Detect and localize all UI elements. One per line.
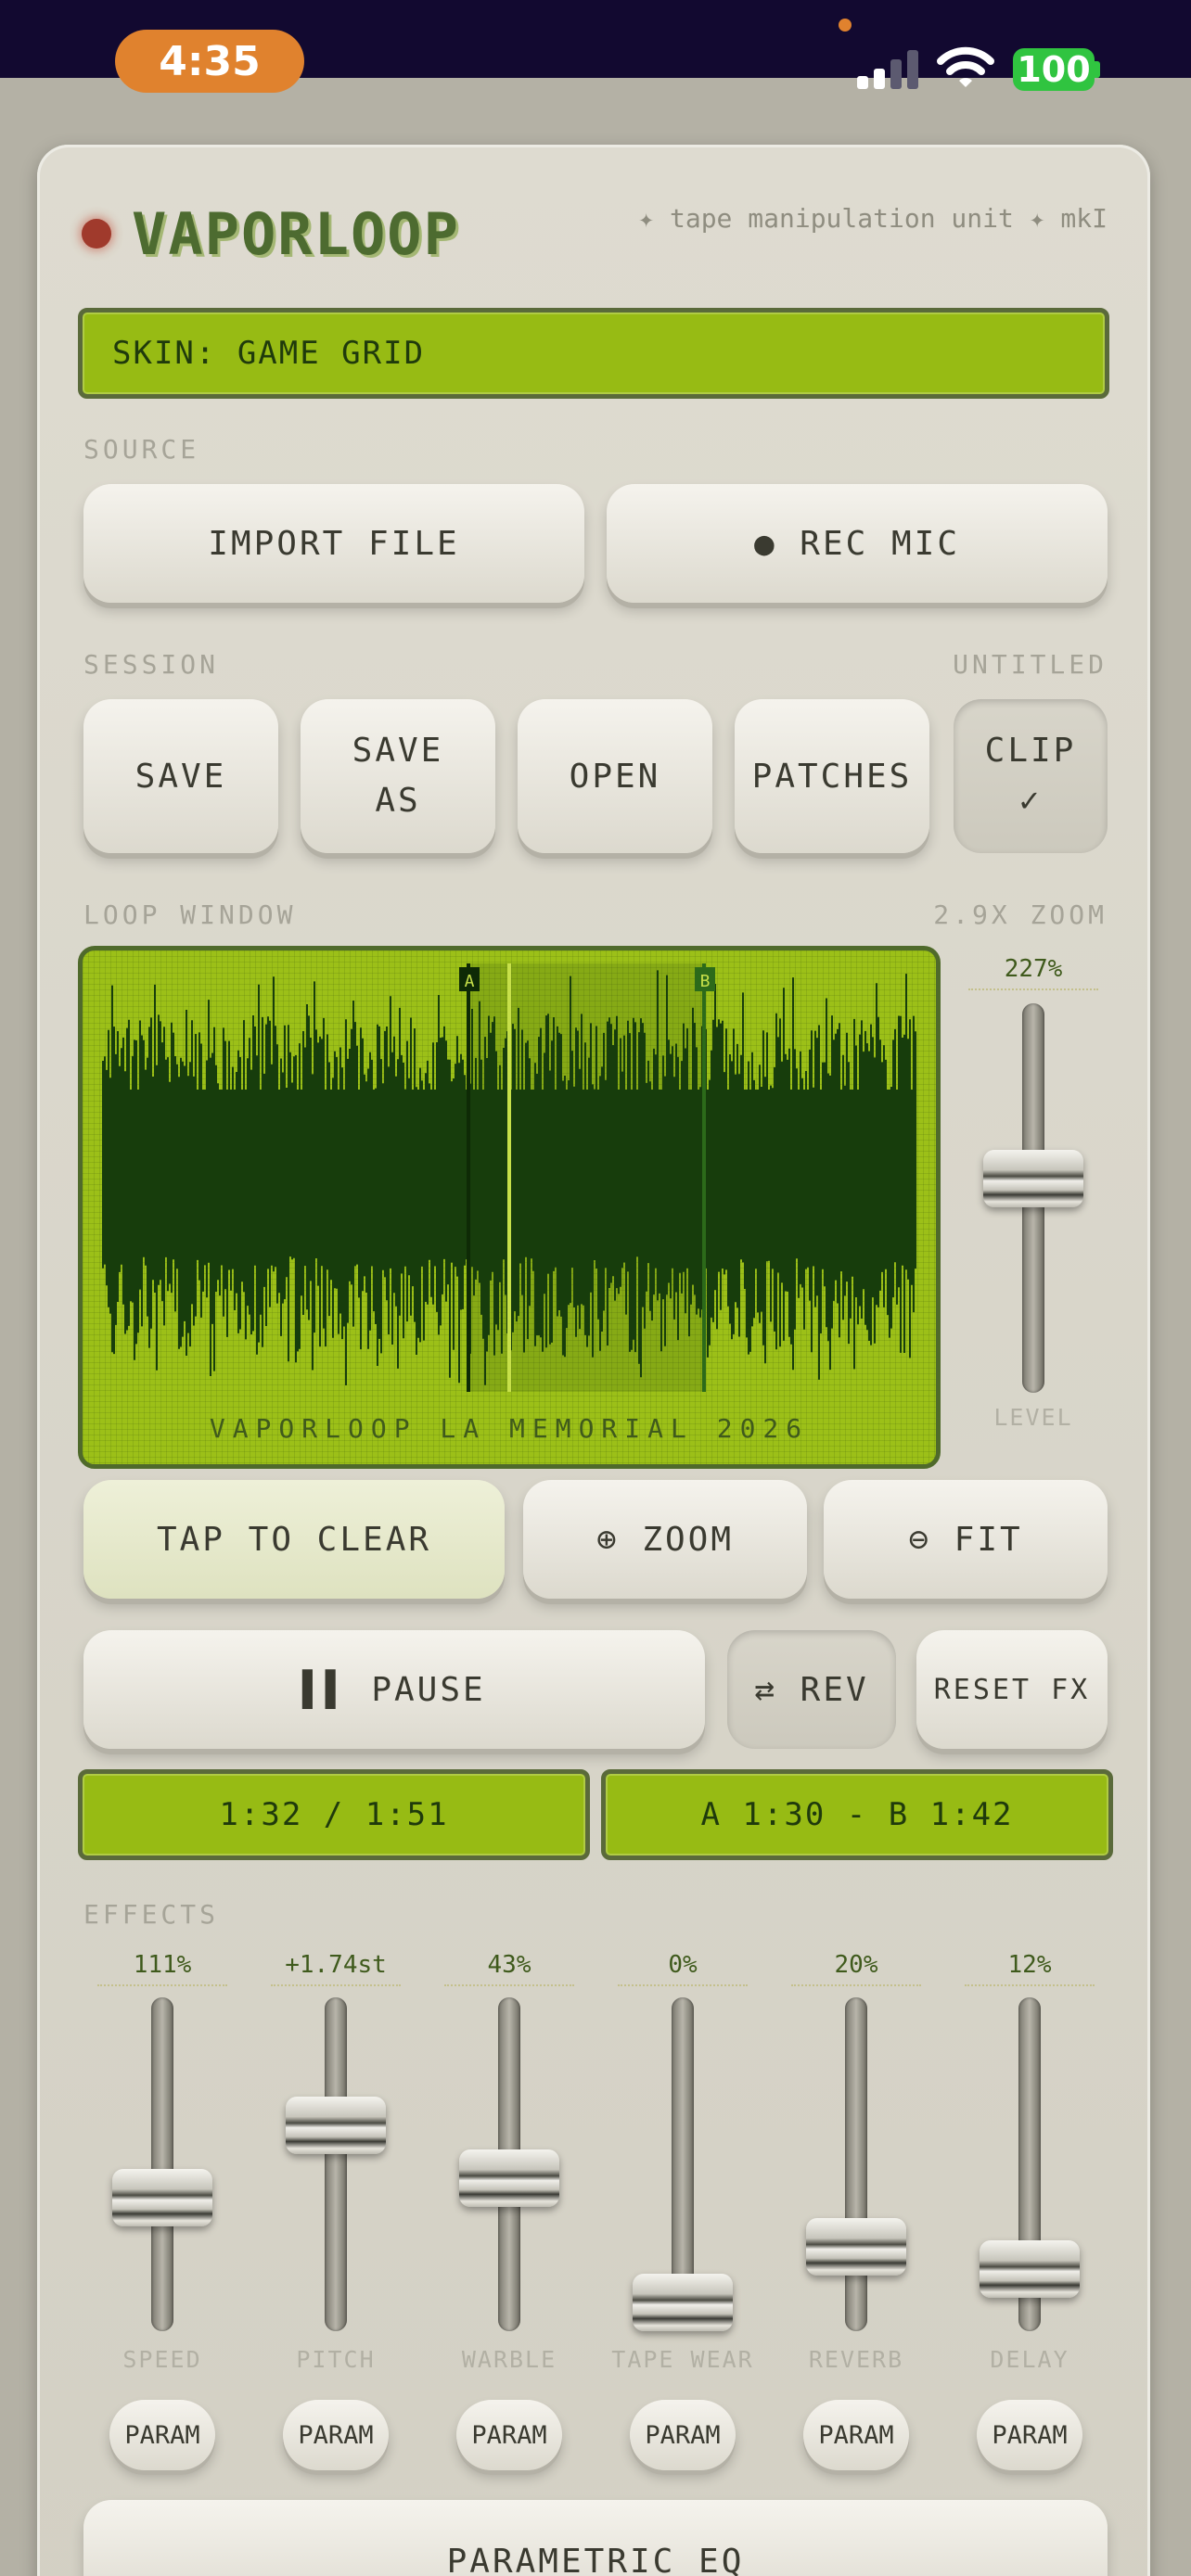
rec-mic-button[interactable]: ● REC MIC [607, 484, 1108, 603]
effect-4-fader-knob[interactable] [806, 2218, 906, 2276]
effect-5-fader-knob[interactable] [980, 2240, 1080, 2299]
device-panel: VAPORLOOP ✦ tape manipulation unit ✦ mkI… [37, 145, 1150, 2576]
effect-1-label: PITCH [296, 2346, 376, 2373]
level-label: LEVEL [993, 1404, 1073, 1431]
effect-1-value: +1.74st [271, 1951, 401, 1986]
level-fader-knob[interactable] [983, 1149, 1083, 1207]
loop-marker-b-label: B [700, 972, 711, 991]
effect-2-label: WARBLE [461, 2346, 557, 2373]
pause-button[interactable]: ▌▌ PAUSE [83, 1630, 705, 1749]
source-section-label: SOURCE [83, 434, 200, 465]
save-as-line1: SAVE [352, 732, 444, 770]
effect-2-fader-knob[interactable] [459, 2149, 559, 2207]
effect-4-label: REVERB [808, 2346, 904, 2373]
save-as-line2: AS [375, 782, 421, 820]
app-logo: VAPORLOOP [132, 200, 460, 268]
effect-3-label: TAPE WEAR [611, 2346, 754, 2373]
battery-cap-icon [1095, 61, 1100, 78]
zoom-level-label: 2.9X ZOOM [933, 899, 1108, 930]
skin-selector[interactable]: SKIN: GAME GRID [78, 308, 1109, 399]
effect-5-value: 12% [965, 1951, 1095, 1986]
effect-5-label: DELAY [990, 2346, 1069, 2373]
effect-0-fader-knob[interactable] [112, 2168, 212, 2226]
privacy-indicator-icon [839, 19, 852, 32]
position-readout: 1:32 / 1:51 [78, 1769, 590, 1860]
save-button[interactable]: SAVE [83, 699, 278, 853]
clip-toggle-button[interactable]: CLIP ✓ [954, 699, 1108, 853]
reverse-toggle-button[interactable]: ⇄ REV [727, 1630, 896, 1749]
effect-3-value: 0% [618, 1951, 748, 1986]
waveform: AB [102, 963, 916, 1392]
clip-check-icon: ✓ [1018, 782, 1043, 820]
app-tagline: ✦ tape manipulation unit ✦ mkI [638, 203, 1108, 234]
effect-1-fader-track[interactable] [325, 1997, 347, 2331]
effect-2-value: 43% [444, 1951, 574, 1986]
tap-to-clear-button[interactable]: TAP TO CLEAR [83, 1480, 505, 1599]
effect-1-param-button[interactable]: PARAM [283, 2400, 389, 2470]
clip-label: CLIP [984, 732, 1077, 770]
effect-2-param-button[interactable]: PARAM [456, 2400, 562, 2470]
effect-5-param-button[interactable]: PARAM [977, 2400, 1082, 2470]
cellular-signal-icon [857, 48, 920, 89]
loop-points-readout: A 1:30 - B 1:42 [601, 1769, 1113, 1860]
open-button[interactable]: OPEN [518, 699, 712, 853]
parametric-eq-button[interactable]: PARAMETRIC EQ [83, 2500, 1108, 2576]
session-name: UNTITLED [953, 649, 1108, 680]
zoom-in-button[interactable]: ⊕ ZOOM [523, 1480, 807, 1599]
fit-button[interactable]: ⊖ FIT [824, 1480, 1108, 1599]
reset-fx-button[interactable]: RESET FX [916, 1630, 1108, 1749]
effect-0-value: 111% [97, 1951, 227, 1986]
effect-0-label: SPEED [122, 2346, 202, 2373]
effect-3-fader-knob[interactable] [633, 2274, 733, 2331]
level-value: 227% [968, 955, 1098, 990]
loop-window-section-label: LOOP WINDOW [83, 899, 297, 930]
effect-0-fader-track[interactable] [151, 1997, 173, 2331]
import-file-button[interactable]: IMPORT FILE [83, 484, 584, 603]
status-bar: 4:35 100 [0, 0, 1191, 93]
effects-section-label: EFFECTS [83, 1899, 220, 1930]
effect-0-param-button[interactable]: PARAM [109, 2400, 215, 2470]
status-time: 4:35 [115, 30, 304, 93]
waveform-display[interactable]: AB VAPORLOOP LA MEMORIAL 2026 [78, 946, 941, 1469]
wifi-icon [937, 46, 994, 87]
battery-indicator: 100 [1013, 48, 1095, 91]
effect-4-value: 20% [791, 1951, 921, 1986]
patches-button[interactable]: PATCHES [735, 699, 929, 853]
effect-4-param-button[interactable]: PARAM [803, 2400, 909, 2470]
effect-3-param-button[interactable]: PARAM [630, 2400, 736, 2470]
save-as-button[interactable]: SAVE AS [301, 699, 495, 853]
effect-4-fader-track[interactable] [845, 1997, 867, 2331]
power-led-icon [82, 219, 111, 249]
waveform-caption: VAPORLOOP LA MEMORIAL 2026 [209, 1413, 810, 1444]
loop-marker-a-label: A [465, 972, 475, 991]
effect-1-fader-knob[interactable] [286, 2097, 386, 2155]
session-section-label: SESSION [83, 649, 220, 680]
